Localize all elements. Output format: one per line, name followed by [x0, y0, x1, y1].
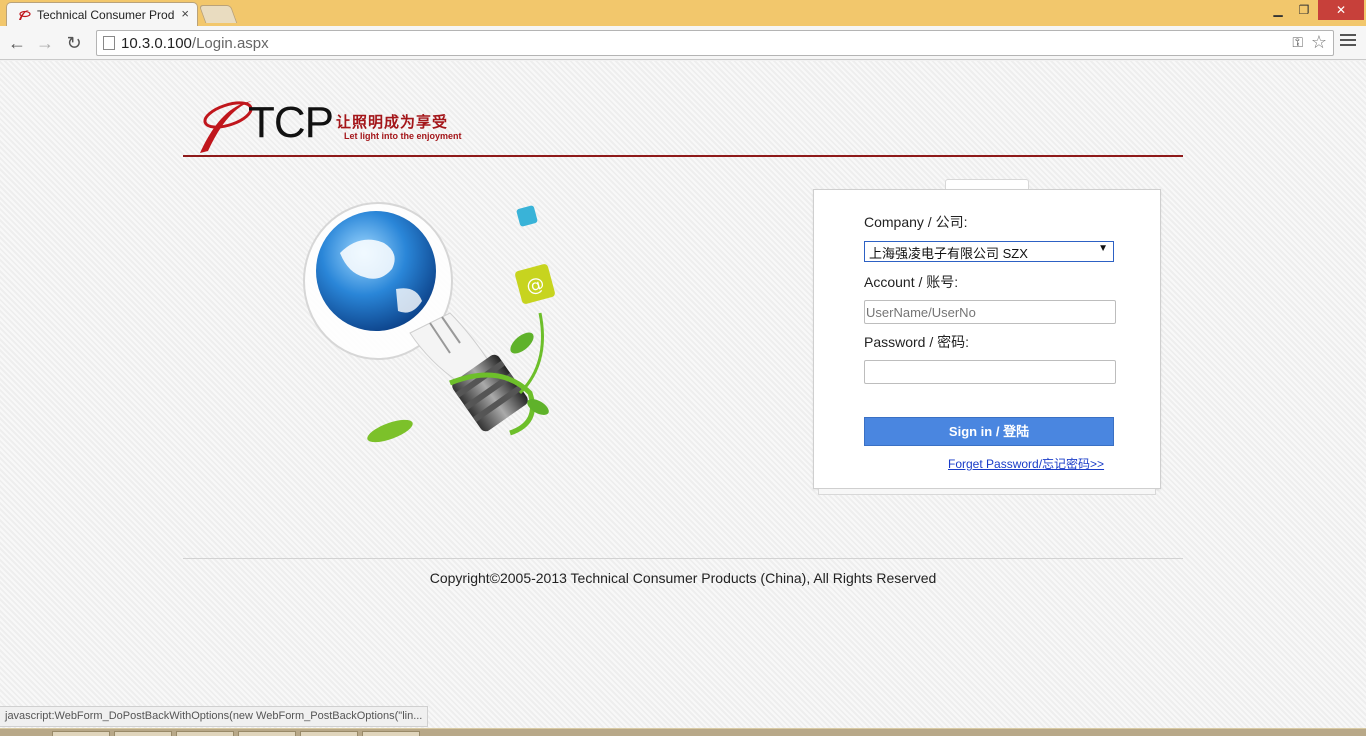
page-body: TCP 让照明成为享受 Let light into the enjoyment — [0, 61, 1366, 728]
sign-in-button[interactable]: Sign in / 登陆 — [864, 417, 1114, 446]
new-tab-button[interactable] — [198, 5, 238, 23]
taskbar-item[interactable] — [176, 731, 234, 736]
password-label: Password / 密码: — [864, 334, 970, 350]
taskbar-item[interactable] — [238, 731, 296, 736]
logo-slogan-cn: 让照明成为享受 — [336, 113, 449, 131]
lightbulb-globe-illustration: @ — [303, 202, 555, 443]
password-input[interactable] — [864, 360, 1116, 384]
logo-wordmark: TCP — [248, 98, 334, 147]
dropdown-arrow-icon: ▼ — [1098, 243, 1108, 254]
bookmark-star-icon[interactable]: ☆ — [1311, 32, 1327, 53]
tcp-favicon-icon — [19, 10, 31, 20]
window-minimize-button[interactable]: ▁ — [1266, 0, 1290, 20]
company-select-value: 上海强凌电子有限公司 SZX — [869, 246, 1028, 261]
browser-menu-icon[interactable] — [1340, 34, 1356, 50]
status-bar: javascript:WebForm_DoPostBackWithOptions… — [0, 706, 429, 727]
forward-arrow-icon[interactable]: → — [34, 32, 56, 54]
page-icon — [103, 36, 115, 50]
url-path: /Login.aspx — [191, 35, 269, 52]
taskbar-item[interactable] — [114, 731, 172, 736]
taskbar-item[interactable] — [362, 731, 420, 736]
tcp-logo: TCP 让照明成为享受 Let light into the enjoyment — [196, 95, 486, 155]
card-base-decoration — [818, 489, 1156, 495]
address-bar[interactable]: 10.3.0.100/Login.aspx ⚿ ☆ — [96, 30, 1334, 56]
key-icon[interactable]: ⚿ — [1292, 34, 1303, 51]
tcp-swoosh-icon — [200, 101, 253, 153]
browser-toolbar: ← → ↻ 10.3.0.100/Login.aspx ⚿ ☆ — [0, 26, 1366, 60]
os-taskbar — [0, 728, 1366, 736]
tab-close-icon[interactable]: × — [181, 6, 189, 21]
taskbar-item[interactable] — [52, 731, 110, 736]
account-label: Account / 账号: — [864, 274, 959, 290]
reload-icon[interactable]: ↻ — [63, 32, 85, 54]
window-close-button[interactable]: ✕ — [1318, 0, 1364, 20]
logo-slogan-en: Let light into the enjoyment — [344, 131, 462, 141]
url-text[interactable]: 10.3.0.100/Login.aspx — [121, 35, 269, 52]
account-input[interactable] — [864, 300, 1116, 324]
forgot-password-link[interactable]: Forget Password/忘记密码>> — [948, 455, 1104, 472]
window-restore-button[interactable]: ❐ — [1292, 0, 1316, 20]
browser-titlebar: Technical Consumer Prod × ▁ ❐ ✕ — [0, 0, 1366, 28]
company-select[interactable]: 上海强凌电子有限公司 SZX ▼ — [864, 241, 1114, 262]
tab-title: Technical Consumer Prod — [37, 8, 175, 22]
company-label: Company / 公司: — [864, 214, 968, 230]
url-host: 10.3.0.100 — [121, 35, 192, 52]
taskbar-item[interactable] — [300, 731, 358, 736]
copyright-text: Copyright©2005-2013 Technical Consumer P… — [429, 570, 937, 586]
back-arrow-icon[interactable]: ← — [6, 32, 28, 54]
browser-tab[interactable]: Technical Consumer Prod × — [6, 2, 198, 28]
footer-divider — [183, 558, 1183, 559]
header-divider — [183, 155, 1183, 157]
